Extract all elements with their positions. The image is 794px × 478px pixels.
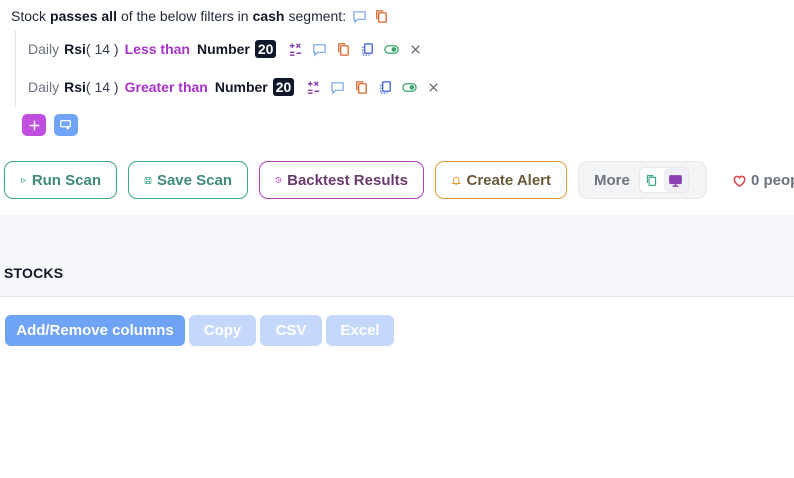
run-scan-label: Run Scan bbox=[31, 171, 101, 189]
monitor-icon[interactable] bbox=[663, 168, 688, 192]
history-icon bbox=[275, 177, 282, 183]
operator[interactable]: Less than bbox=[125, 41, 190, 57]
save-scan-button[interactable]: Save Scan bbox=[128, 161, 248, 199]
comment-icon[interactable] bbox=[350, 7, 368, 25]
bell-icon bbox=[451, 176, 462, 185]
likes-label: 0 peop bbox=[751, 171, 794, 189]
arithmetic-icon[interactable] bbox=[286, 40, 304, 58]
stocks-title: STOCKS bbox=[4, 265, 64, 281]
scan-description: Stock passes all of the below filters in… bbox=[11, 7, 394, 25]
comment-icon[interactable] bbox=[310, 40, 328, 58]
header-bold-all: passes all bbox=[50, 8, 117, 24]
csv-button[interactable]: CSV bbox=[260, 315, 322, 346]
indicator[interactable]: Rsi bbox=[64, 79, 86, 95]
excel-button[interactable]: Excel bbox=[326, 315, 394, 346]
header-middle: of the below filters in bbox=[120, 8, 249, 24]
indicator-param[interactable]: ( 14 ) bbox=[86, 79, 119, 95]
add-group-button[interactable] bbox=[54, 114, 78, 136]
compare-label[interactable]: Number bbox=[197, 41, 250, 57]
comment-icon[interactable] bbox=[328, 78, 346, 96]
run-scan-button[interactable]: Run Scan bbox=[4, 161, 117, 199]
compare-label[interactable]: Number bbox=[215, 79, 268, 95]
create-alert-button[interactable]: Create Alert bbox=[435, 161, 567, 199]
create-alert-label: Create Alert bbox=[466, 171, 551, 189]
add-controls bbox=[22, 114, 78, 136]
timeframe[interactable]: Daily bbox=[28, 41, 59, 57]
copy-icon[interactable] bbox=[352, 78, 370, 96]
operator[interactable]: Greater than bbox=[125, 79, 208, 95]
toggle-icon[interactable] bbox=[382, 40, 400, 58]
add-remove-columns-button[interactable]: Add/Remove columns bbox=[5, 315, 185, 346]
backtest-results-button[interactable]: Backtest Results bbox=[259, 161, 424, 199]
indicator[interactable]: Rsi bbox=[64, 41, 86, 57]
compare-value[interactable]: 20 bbox=[272, 78, 295, 96]
compare-value[interactable]: 20 bbox=[254, 40, 277, 58]
copy-icon[interactable] bbox=[372, 7, 390, 25]
stocks-header-band bbox=[0, 215, 794, 297]
group-icon bbox=[60, 119, 72, 130]
save-icon bbox=[144, 176, 152, 184]
header-segment[interactable]: cash bbox=[253, 8, 285, 24]
duplicate-icon[interactable] bbox=[376, 78, 394, 96]
plus-icon bbox=[29, 120, 39, 130]
play-icon bbox=[21, 177, 27, 183]
timeframe[interactable]: Daily bbox=[28, 79, 59, 95]
filter-row-2: Daily Rsi ( 14 ) Greater than Number 20 bbox=[28, 77, 442, 97]
table-toolbar: Add/Remove columns Copy CSV Excel bbox=[5, 315, 394, 346]
more-label: More bbox=[594, 171, 630, 189]
save-scan-label: Save Scan bbox=[156, 171, 232, 189]
close-icon[interactable] bbox=[424, 78, 442, 96]
more-button[interactable]: More bbox=[578, 161, 707, 199]
indicator-param[interactable]: ( 14 ) bbox=[86, 41, 119, 57]
action-bar: Run Scan Save Scan Backtest Results Crea… bbox=[4, 161, 794, 199]
copy-icon[interactable] bbox=[640, 168, 664, 192]
likes-count[interactable]: 0 peop bbox=[732, 161, 794, 199]
filter-row-1: Daily Rsi ( 14 ) Less than Number 20 bbox=[28, 39, 424, 59]
backtest-label: Backtest Results bbox=[287, 171, 408, 189]
add-filter-button[interactable] bbox=[22, 114, 46, 136]
arithmetic-icon[interactable] bbox=[304, 78, 322, 96]
copy-button[interactable]: Copy bbox=[189, 315, 256, 346]
heart-icon bbox=[733, 175, 746, 187]
header-suffix: segment: bbox=[288, 8, 347, 24]
toggle-icon[interactable] bbox=[400, 78, 418, 96]
copy-icon[interactable] bbox=[334, 40, 352, 58]
header-prefix: Stock bbox=[11, 8, 47, 24]
close-icon[interactable] bbox=[406, 40, 424, 58]
duplicate-icon[interactable] bbox=[358, 40, 376, 58]
filter-group: Daily Rsi ( 14 ) Less than Number 20 Dai… bbox=[15, 30, 445, 108]
